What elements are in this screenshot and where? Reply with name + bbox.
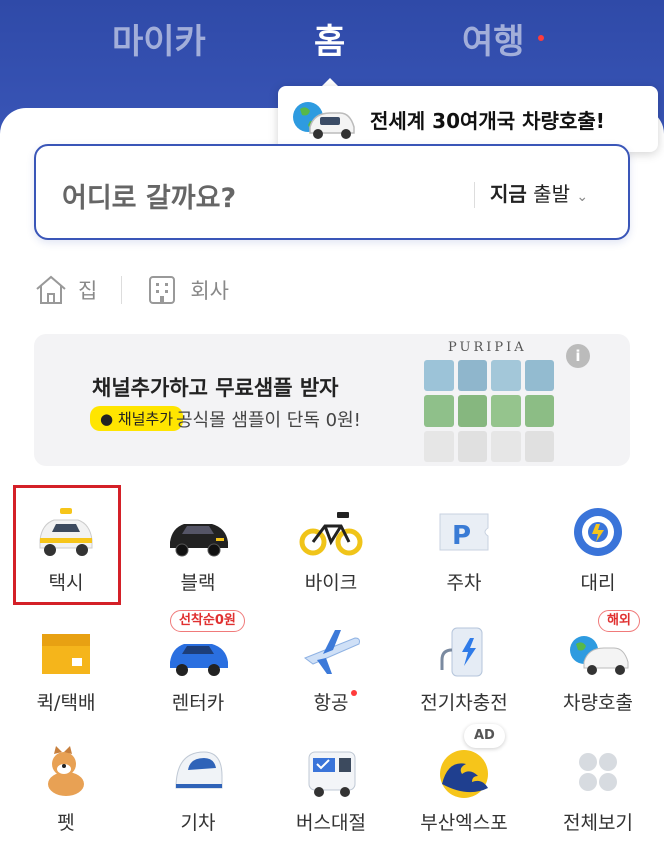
service-label: 퀵/택배: [36, 692, 96, 714]
product-pack: [491, 395, 521, 427]
ad-banner[interactable]: 채널추가하고 무료샘플 받자 ● 채널추가 공식몰 샘플이 단독 0원! PUR…: [34, 334, 630, 466]
service-label: 펫: [57, 812, 75, 834]
parking-icon: P: [439, 513, 489, 551]
quick-home-label: 집: [78, 279, 98, 303]
rental-car-icon: [170, 644, 228, 676]
chevron-down-icon: ⌄: [576, 189, 589, 205]
quick-work[interactable]: 회사: [146, 274, 229, 306]
airplane-icon: [303, 630, 360, 674]
building-icon: [149, 276, 176, 304]
service-black[interactable]: 블랙: [132, 484, 264, 604]
service-view-all[interactable]: 전체보기: [532, 724, 664, 844]
selection-highlight: [13, 485, 121, 605]
time-depart: 출발: [533, 182, 570, 206]
black-car-icon: [170, 524, 228, 557]
service-busan-expo[interactable]: AD 부산엑스포: [398, 724, 530, 844]
search-input[interactable]: 어디로 갈까요?: [62, 176, 236, 215]
banner-subtitle: 공식몰 샘플이 단독 0원!: [176, 410, 361, 431]
service-parking[interactable]: P 주차: [398, 484, 530, 604]
service-label: 대리: [580, 572, 616, 594]
service-label: 기차: [180, 812, 216, 834]
bus-icon: [308, 751, 356, 797]
service-label: 전기차충전: [420, 692, 508, 714]
ev-charger-icon: [440, 627, 483, 677]
tooltip-text: 전세계 30여개국 차량호출!: [370, 108, 605, 133]
top-tabs: 마이카 홈 여행: [0, 14, 664, 74]
box-icon: [42, 634, 90, 674]
wave-icon: [440, 750, 488, 798]
dog-icon: [48, 746, 84, 796]
travel-tooltip[interactable]: 전세계 30여개국 차량호출!: [278, 86, 658, 152]
product-pack: [491, 430, 521, 462]
divider: [474, 182, 475, 208]
chat-bubble-icon: ●: [100, 410, 114, 428]
product-pack: [524, 430, 554, 462]
departure-time-select[interactable]: 지금 출발 ⌄: [490, 178, 588, 207]
service-label: 버스대절: [296, 812, 366, 834]
tab-travel[interactable]: 여행: [462, 14, 525, 63]
service-quick[interactable]: 퀵/택배: [0, 604, 132, 724]
product-pack: [457, 395, 487, 427]
tab-home[interactable]: 홈: [314, 14, 345, 63]
service-global-car[interactable]: 해외 차량호출: [532, 604, 664, 724]
svg-text:P: P: [452, 521, 471, 551]
product-pack: [457, 360, 487, 392]
service-label: 부산엑스포: [420, 812, 508, 834]
service-ev[interactable]: 전기차충전: [398, 604, 530, 724]
overseas-badge: 해외: [598, 610, 640, 632]
promo-badge: 선착순0원: [170, 610, 245, 632]
grid-dots-icon: [579, 753, 617, 791]
service-train[interactable]: 기차: [132, 724, 264, 844]
train-icon: [175, 751, 223, 789]
service-bike[interactable]: 바이크: [265, 484, 397, 604]
service-label: 차량호출: [563, 692, 633, 714]
product-pack: [424, 360, 454, 392]
service-label: 바이크: [304, 572, 358, 594]
service-label: 블랙: [180, 572, 216, 594]
product-image: [424, 360, 554, 462]
service-driver[interactable]: 대리: [532, 484, 664, 604]
service-label: 항공: [313, 692, 349, 714]
time-now: 지금: [490, 182, 527, 206]
product-pack: [491, 360, 521, 392]
quick-destinations: 집 회사: [34, 270, 229, 310]
banner-title: 채널추가하고 무료샘플 받자: [92, 376, 339, 400]
service-label: 렌터카: [171, 692, 225, 714]
product-pack: [524, 360, 554, 392]
quick-home[interactable]: 집: [34, 274, 97, 306]
new-dot: [538, 35, 544, 41]
product-pack: [424, 395, 454, 427]
global-car-icon: [570, 636, 629, 675]
product-pack: [424, 430, 454, 462]
service-rental[interactable]: 선착순0원 렌터카: [132, 604, 264, 724]
bike-icon: [299, 512, 363, 556]
service-flight[interactable]: 항공: [265, 604, 397, 724]
product-pack: [524, 395, 554, 427]
ad-badge: AD: [464, 724, 505, 748]
kakao-chip: ● 채널추가: [90, 406, 184, 431]
home-icon: [36, 275, 66, 304]
service-label: 전체보기: [563, 812, 633, 834]
global-car-icon: [293, 102, 355, 139]
divider: [121, 276, 123, 304]
service-pet[interactable]: 펫: [0, 724, 132, 844]
banner-brand: PURIPIA: [448, 340, 527, 355]
tab-mycar[interactable]: 마이카: [112, 14, 206, 63]
steering-wheel-icon: [574, 508, 622, 556]
product-pack: [457, 430, 487, 462]
info-icon[interactable]: i: [566, 344, 590, 368]
chip-label: 채널추가: [117, 410, 174, 428]
service-label: 주차: [446, 572, 482, 594]
quick-work-label: 회사: [190, 279, 229, 303]
service-bus[interactable]: 버스대절: [265, 724, 397, 844]
search-box[interactable]: 어디로 갈까요? 지금 출발 ⌄: [34, 144, 630, 240]
